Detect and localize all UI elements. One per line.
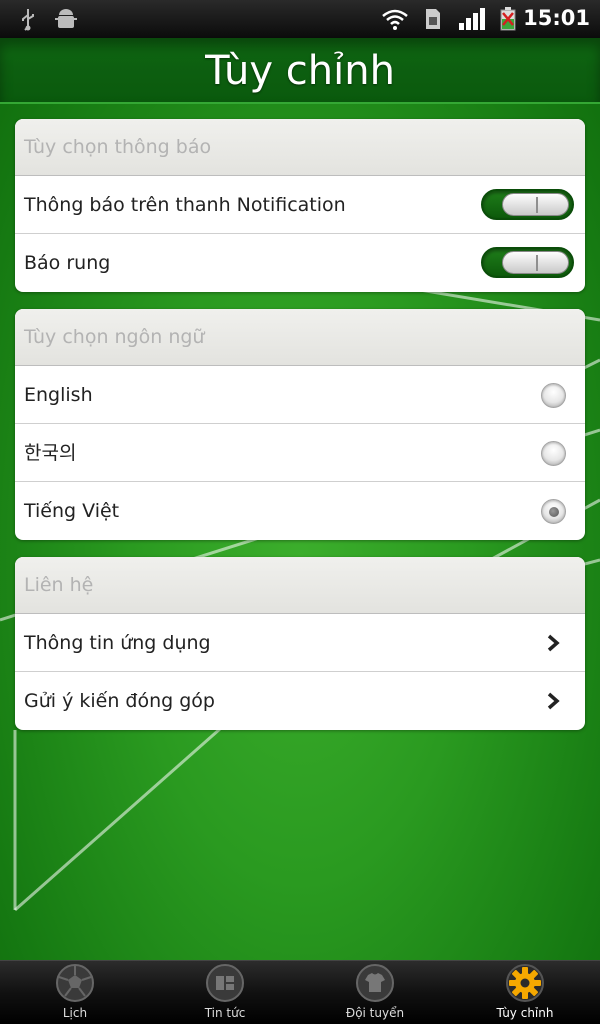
bottom-tab-bar: Lịch Tin tức Đội tuyển Tùy chỉnh — [0, 960, 600, 1024]
status-bar: 15:01 — [0, 0, 600, 38]
page-title: Tùy chỉnh — [205, 48, 395, 94]
section-header: Tùy chọn ngôn ngữ — [15, 309, 585, 366]
chevron-right-icon — [547, 692, 560, 710]
send-feedback-item[interactable]: Gửi ý kiến đóng góp — [15, 672, 585, 730]
setting-label: Báo rung — [24, 252, 111, 274]
wifi-icon — [382, 9, 408, 30]
language-option-korean[interactable]: 한국의 — [15, 424, 585, 482]
tab-label: Đội tuyển — [345, 1006, 405, 1020]
chevron-right-icon — [547, 634, 560, 652]
language-option-english[interactable]: English — [15, 366, 585, 424]
setting-label: Thông báo trên thanh Notification — [24, 194, 346, 216]
gear-icon — [506, 964, 544, 1002]
usb-icon — [22, 9, 34, 31]
notification-bar-toggle[interactable] — [481, 189, 574, 220]
notification-bar-setting[interactable]: Thông báo trên thanh Notification — [15, 176, 585, 234]
tab-label: Lịch — [62, 1006, 88, 1020]
contact-section: Liên hệ Thông tin ứng dụng Gửi ý kiến đó… — [15, 557, 585, 730]
app-info-item[interactable]: Thông tin ứng dụng — [15, 614, 585, 672]
clock: 15:01 — [523, 6, 590, 30]
korean-radio[interactable] — [541, 441, 566, 466]
tab-teams[interactable]: Đội tuyển — [300, 961, 450, 1024]
tab-label: Tin tức — [204, 1006, 246, 1020]
language-option-vietnamese[interactable]: Tiếng Việt — [15, 482, 585, 540]
toggle-knob — [502, 251, 569, 274]
language-section: Tùy chọn ngôn ngữ English 한국의 Tiếng Việt — [15, 309, 585, 540]
tab-settings[interactable]: Tùy chỉnh — [450, 961, 600, 1024]
item-label: Thông tin ứng dụng — [24, 632, 211, 654]
language-label: Tiếng Việt — [24, 500, 120, 522]
vietnamese-radio[interactable] — [541, 499, 566, 524]
vibrate-toggle[interactable] — [481, 247, 574, 278]
tab-label: Tùy chỉnh — [496, 1006, 554, 1020]
tab-schedule[interactable]: Lịch — [0, 961, 150, 1024]
tab-news[interactable]: Tin tức — [150, 961, 300, 1024]
section-header: Tùy chọn thông báo — [15, 119, 585, 176]
soccer-ball-icon — [56, 964, 94, 1002]
jersey-icon — [356, 964, 394, 1002]
app-header: Tùy chỉnh — [0, 38, 600, 104]
english-radio[interactable] — [541, 383, 566, 408]
news-icon — [206, 964, 244, 1002]
section-header: Liên hệ — [15, 557, 585, 614]
language-label: English — [24, 384, 93, 406]
notifications-section: Tùy chọn thông báo Thông báo trên thanh … — [15, 119, 585, 292]
toggle-knob — [502, 193, 569, 216]
language-label: 한국의 — [24, 442, 77, 464]
item-label: Gửi ý kiến đóng góp — [24, 690, 215, 712]
sd-card-icon — [426, 9, 440, 29]
vibrate-setting[interactable]: Báo rung — [15, 234, 585, 292]
battery-icon — [500, 7, 516, 31]
signal-icon — [459, 8, 485, 30]
android-debug-icon — [55, 9, 77, 28]
